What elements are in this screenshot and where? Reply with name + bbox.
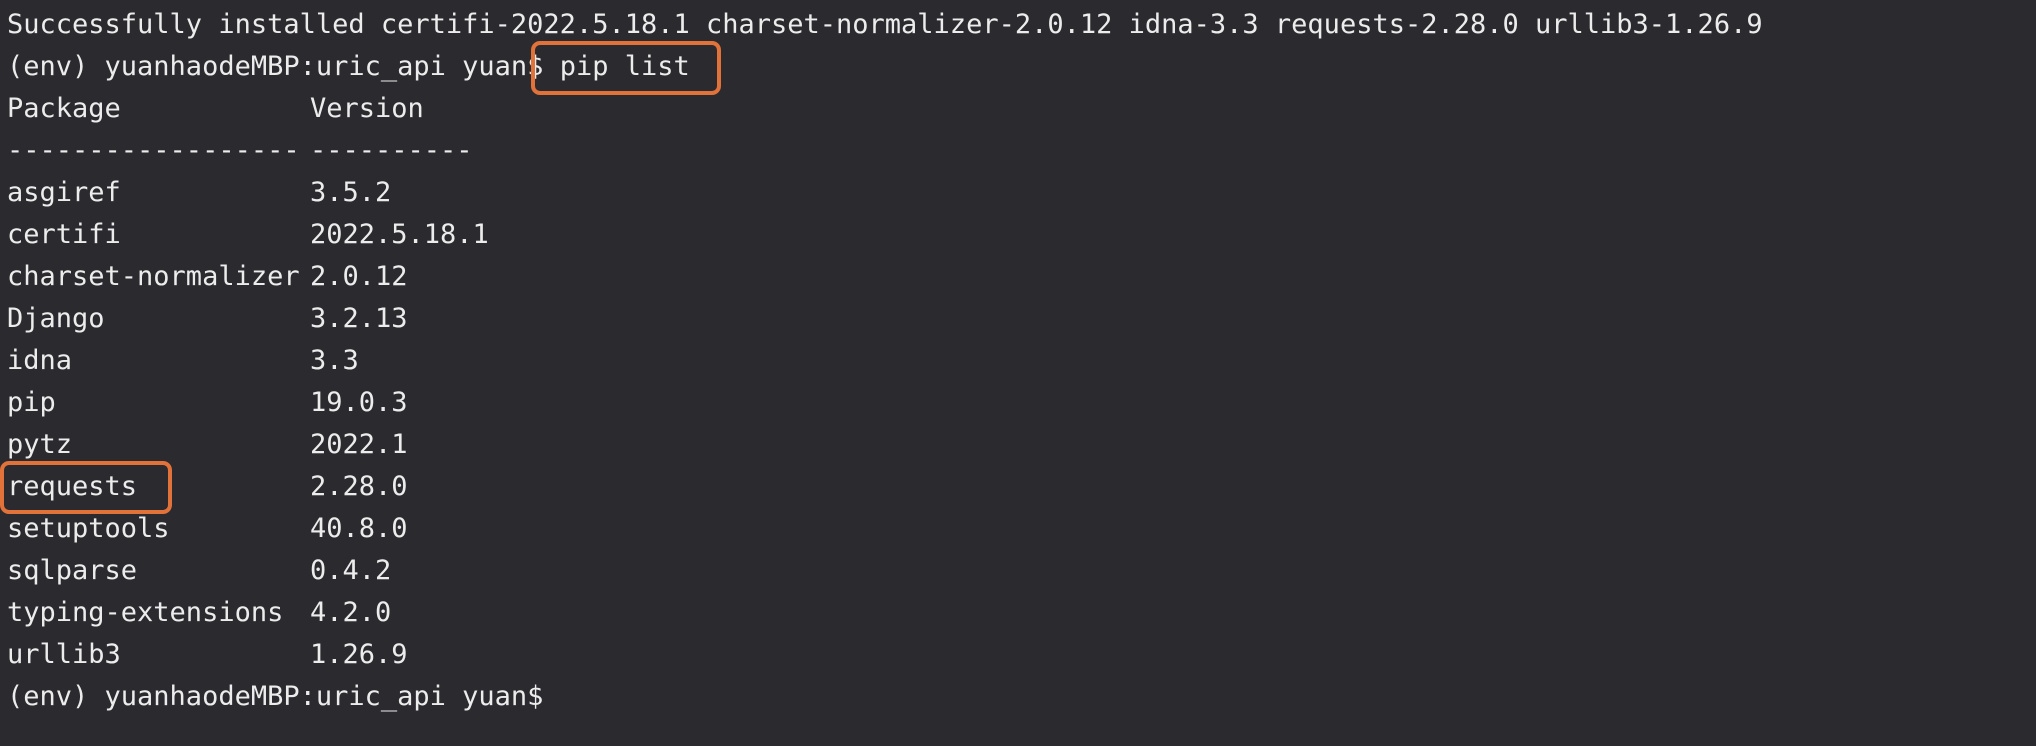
package-version: 19.0.3: [310, 387, 408, 418]
table-row: sqlparse 0.4.2: [7, 550, 2027, 592]
package-name: idna: [7, 345, 73, 376]
table-row: idna 3.3: [7, 340, 2027, 382]
column-header-version: Version: [310, 93, 424, 124]
package-name: requests: [7, 471, 138, 502]
package-name: pip: [7, 387, 56, 418]
package-version: 4.2.0: [310, 597, 392, 628]
package-version: 3.3: [310, 345, 359, 376]
table-row: charset-normalizer 2.0.12: [7, 256, 2027, 298]
package-name: asgiref: [7, 177, 121, 208]
rule-version: ----------: [310, 135, 473, 166]
table-row: Django 3.2.13: [7, 298, 2027, 340]
final-prompt-line: (env) yuanhaodeMBP:uric_api yuan$: [7, 681, 544, 712]
package-version: 2.0.12: [310, 261, 408, 292]
table-row: asgiref 3.5.2: [7, 172, 2027, 214]
column-header-package: Package: [7, 93, 121, 124]
package-version: 1.26.9: [310, 639, 408, 670]
package-version: 2022.1: [310, 429, 408, 460]
package-version: 3.5.2: [310, 177, 392, 208]
table-row: typing-extensions 4.2.0: [7, 592, 2027, 634]
package-name: charset-normalizer: [7, 261, 300, 292]
table-row: certifi 2022.5.18.1: [7, 214, 2027, 256]
package-name: urllib3: [7, 639, 121, 670]
package-name: typing-extensions: [7, 597, 284, 628]
table-row: requests 2.28.0: [7, 466, 2027, 508]
rule-package: ------------------: [7, 135, 300, 166]
table-row: pytz 2022.1: [7, 424, 2027, 466]
table-rule: ------------------ ----------: [7, 130, 2027, 172]
table-row: setuptools 40.8.0: [7, 508, 2027, 550]
terminal-window[interactable]: Successfully installed certifi-2022.5.18…: [7, 4, 2027, 718]
package-version: 40.8.0: [310, 513, 408, 544]
pip-list-command: pip list: [559, 51, 690, 82]
package-name: pytz: [7, 429, 73, 460]
package-version: 2.28.0: [310, 471, 408, 502]
package-version: 0.4.2: [310, 555, 392, 586]
package-name: certifi: [7, 219, 121, 250]
table-row: pip 19.0.3: [7, 382, 2027, 424]
table-header: Package Version: [7, 88, 2027, 130]
command-line: (env) yuanhaodeMBP:uric_api yuan$ pip li…: [7, 46, 2027, 88]
package-version: 2022.5.18.1: [310, 219, 489, 250]
package-version: 3.2.13: [310, 303, 408, 334]
package-name: sqlparse: [7, 555, 138, 586]
package-name: Django: [7, 303, 105, 334]
shell-prompt: (env) yuanhaodeMBP:uric_api yuan$: [7, 51, 544, 82]
table-row: urllib3 1.26.9: [7, 634, 2027, 676]
package-name: setuptools: [7, 513, 170, 544]
install-output-line: Successfully installed certifi-2022.5.18…: [7, 9, 1763, 40]
